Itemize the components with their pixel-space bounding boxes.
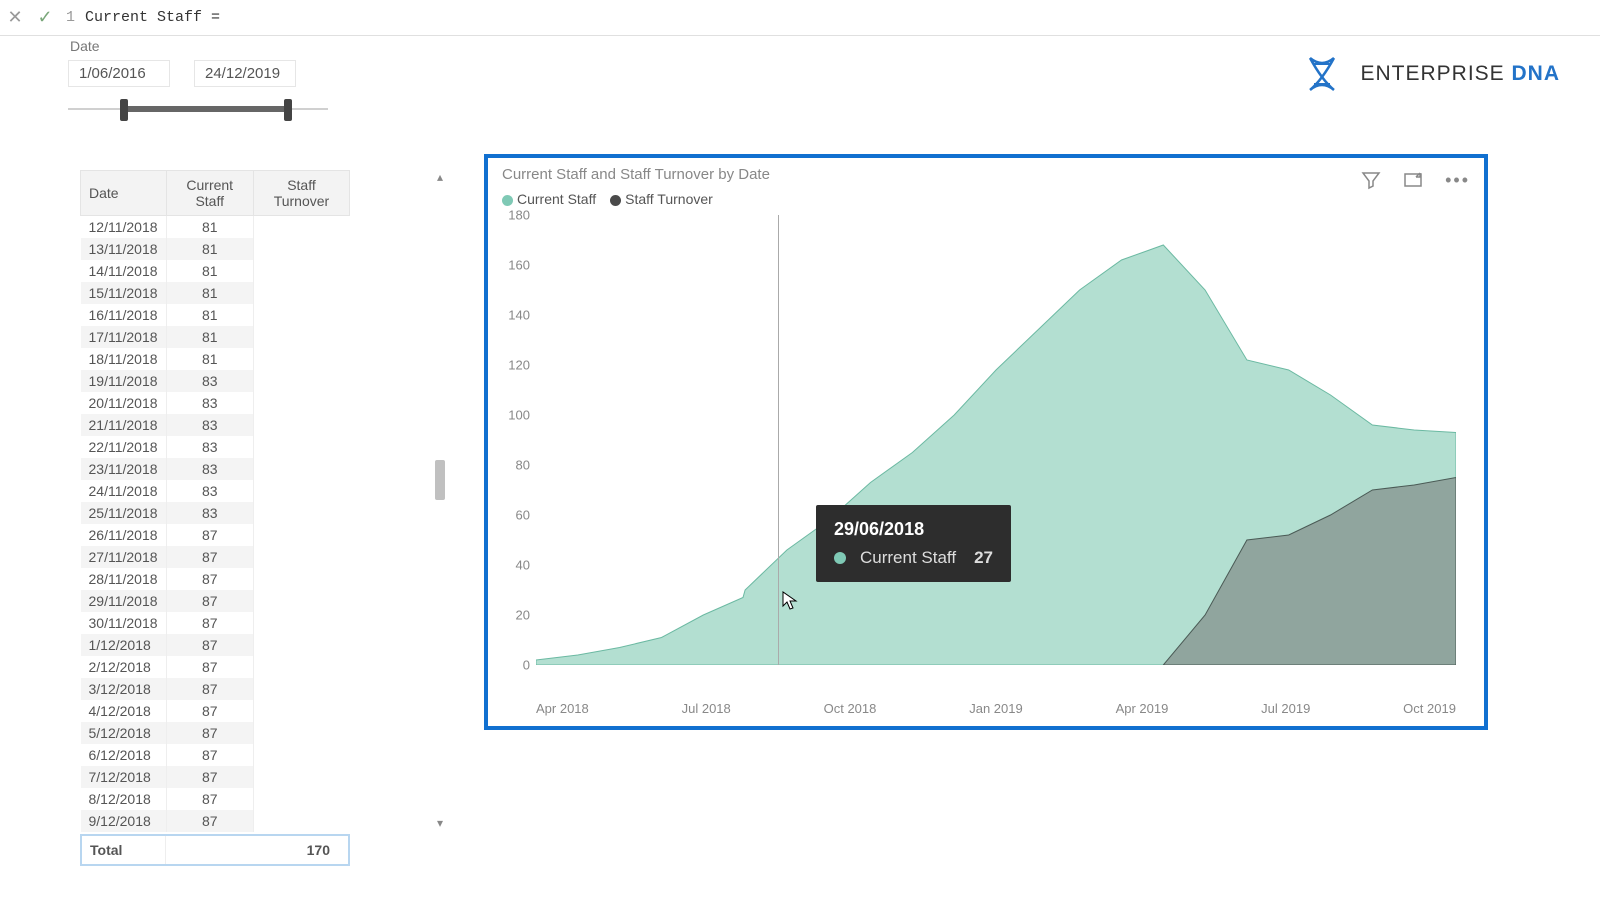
focus-mode-icon[interactable] [1403,170,1423,195]
y-tick: 160 [496,258,530,273]
filter-icon[interactable] [1361,170,1381,195]
formula-commit-button[interactable]: ✓ [30,3,60,33]
formula-bar: ✕ ✓ 1 Current Staff = [0,0,1600,36]
y-tick: 20 [496,608,530,623]
total-value: 170 [165,835,349,865]
table-row[interactable]: 17/11/201881 [81,326,350,348]
y-tick: 60 [496,508,530,523]
scroll-down-icon[interactable]: ▾ [432,816,448,832]
table-row[interactable]: 28/11/201887 [81,568,350,590]
col-date[interactable]: Date [81,171,167,216]
tooltip-date: 29/06/2018 [834,519,993,540]
tooltip-value: 27 [974,548,993,568]
table-row[interactable]: 25/11/201883 [81,502,350,524]
table-row[interactable]: 14/11/201881 [81,260,350,282]
x-tick: Jul 2019 [1261,701,1310,716]
slicer-start-date[interactable]: 1/06/2016 [68,60,170,87]
formula-cancel-button[interactable]: ✕ [0,3,30,33]
table-row[interactable]: 23/11/201883 [81,458,350,480]
table-row[interactable]: 24/11/201883 [81,480,350,502]
total-label: Total [81,835,165,865]
table-row[interactable]: 6/12/201887 [81,744,350,766]
table-row[interactable]: 3/12/201887 [81,678,350,700]
date-slicer: 1/06/2016 24/12/2019 [68,60,328,119]
slider-handle-start[interactable] [120,99,128,121]
table-row[interactable]: 4/12/201887 [81,700,350,722]
table-row[interactable]: 13/11/201881 [81,238,350,260]
slicer-title: Date [70,38,100,54]
legend-label-turnover: Staff Turnover [625,191,713,207]
enterprise-dna-logo: ENTERPRISE DNA [1302,54,1560,94]
table-row[interactable]: 30/11/201887 [81,612,350,634]
table-row[interactable]: 9/12/201887 [81,810,350,832]
tooltip-dot [834,552,846,564]
y-tick: 180 [496,208,530,223]
table-row[interactable]: 7/12/201887 [81,766,350,788]
logo-text-a: ENTERPRISE [1360,62,1511,85]
y-tick: 80 [496,458,530,473]
x-tick: Jul 2018 [682,701,731,716]
logo-text-b: DNA [1512,62,1561,85]
table-row[interactable]: 8/12/201887 [81,788,350,810]
y-tick: 120 [496,358,530,373]
table-row[interactable]: 1/12/201887 [81,634,350,656]
chart-tooltip: 29/06/2018 Current Staff 27 [816,505,1011,582]
scroll-up-icon[interactable]: ▴ [432,170,448,186]
col-current-staff[interactable]: Current Staff [166,171,253,216]
y-tick: 140 [496,308,530,323]
chart-plot-area[interactable]: 180160140120100806040200 29/06/2018 Curr… [536,215,1456,665]
table-row[interactable]: 19/11/201883 [81,370,350,392]
y-tick: 100 [496,408,530,423]
x-tick: Oct 2019 [1403,701,1456,716]
table-row[interactable]: 27/11/201887 [81,546,350,568]
slicer-end-date[interactable]: 24/12/2019 [194,60,296,87]
chart-visual[interactable]: Current Staff and Staff Turnover by Date… [484,154,1488,730]
staff-table: Date Current Staff Staff Turnover 12/11/… [80,170,448,860]
table-row[interactable]: 16/11/201881 [81,304,350,326]
legend-label-current: Current Staff [517,191,596,207]
table-row[interactable]: 26/11/201887 [81,524,350,546]
y-tick: 0 [496,658,530,673]
table-row[interactable]: 21/11/201883 [81,414,350,436]
x-tick: Jan 2019 [969,701,1023,716]
table-row[interactable]: 20/11/201883 [81,392,350,414]
chart-legend: Current Staff Staff Turnover [488,191,1484,211]
legend-dot-turnover [610,195,621,206]
slider-handle-end[interactable] [284,99,292,121]
chart-hover-line [778,215,779,665]
more-options-icon[interactable]: ••• [1445,170,1470,195]
table-row[interactable]: 18/11/201881 [81,348,350,370]
x-tick: Apr 2019 [1116,701,1169,716]
dna-icon [1302,54,1342,94]
x-tick: Apr 2018 [536,701,589,716]
table-row[interactable]: 29/11/201887 [81,590,350,612]
table-row[interactable]: 5/12/201887 [81,722,350,744]
legend-dot-current [502,195,513,206]
table-scrollbar[interactable]: ▴ ▾ [432,170,448,860]
chart-title: Current Staff and Staff Turnover by Date [488,158,1484,191]
table-row[interactable]: 2/12/201887 [81,656,350,678]
chart-x-axis: Apr 2018 Jul 2018 Oct 2018 Jan 2019 Apr 2019… [536,701,1456,716]
total-row: Total 170 [81,835,349,865]
formula-code[interactable]: Current Staff = [85,9,220,26]
col-staff-turnover[interactable]: Staff Turnover [253,171,349,216]
table-row[interactable]: 22/11/201883 [81,436,350,458]
scroll-thumb[interactable] [435,460,445,500]
table-row[interactable]: 12/11/201881 [81,216,350,238]
formula-line-number: 1 [60,9,85,26]
y-tick: 40 [496,558,530,573]
mouse-cursor-icon [782,591,798,611]
x-tick: Oct 2018 [824,701,877,716]
table-row[interactable]: 15/11/201881 [81,282,350,304]
slicer-slider[interactable] [68,99,328,119]
tooltip-label: Current Staff [860,548,956,568]
